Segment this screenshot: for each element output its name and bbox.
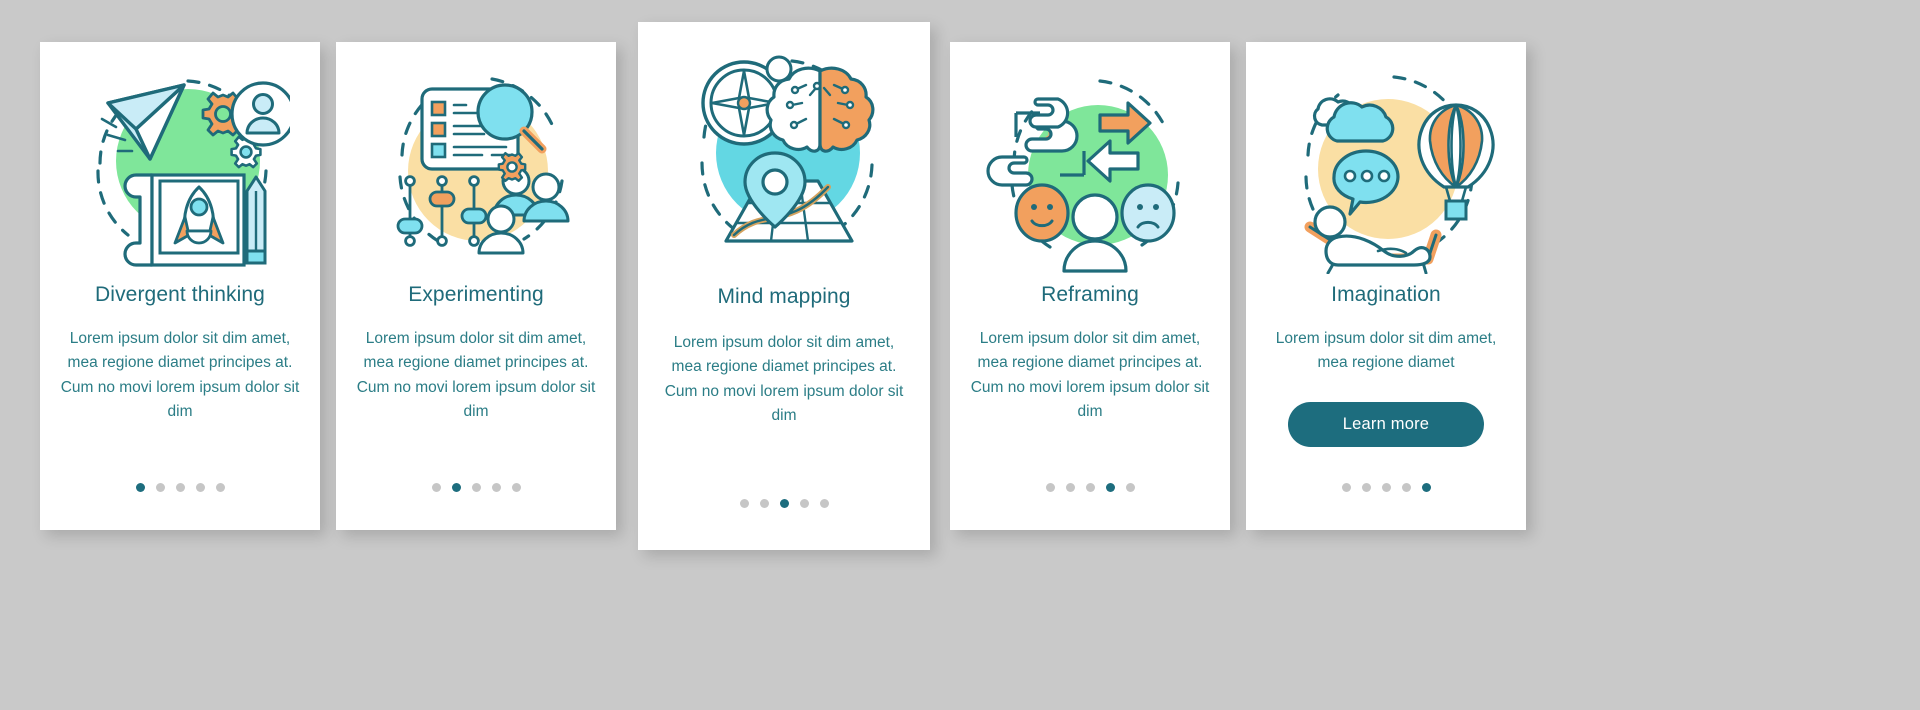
pagination-dot[interactable]: [1361, 483, 1371, 492]
onboarding-card-mind-mapping[interactable]: Mind mapping Lorem ipsum dolor sit dim a…: [638, 22, 930, 550]
pagination-dot[interactable]: [1125, 483, 1135, 492]
onboarding-screens-stage: Divergent thinking Lorem ipsum dolor sit…: [0, 0, 1920, 710]
pagination-dot[interactable]: [491, 483, 501, 492]
pagination-dot[interactable]: [1045, 483, 1055, 492]
card-description: Lorem ipsum dolor sit dim amet, mea regi…: [60, 330, 300, 420]
card-title: Mind mapping: [717, 285, 851, 308]
card-description: Lorem ipsum dolor sit dim amet, mea regi…: [664, 334, 904, 424]
learn-more-button[interactable]: Learn more: [1288, 401, 1484, 447]
daydream-cloud-balloon-lounger-icon: [1246, 42, 1526, 274]
pagination-dot[interactable]: [779, 499, 789, 508]
pagination-dot[interactable]: [471, 483, 481, 492]
pagination-dot[interactable]: [1065, 483, 1075, 492]
pagination-dots[interactable]: [739, 499, 829, 508]
pagination-dot[interactable]: [759, 499, 769, 508]
card-description: Lorem ipsum dolor sit dim amet, mea regi…: [970, 330, 1210, 420]
pagination-dot[interactable]: [155, 483, 165, 492]
pagination-dot[interactable]: [175, 483, 185, 492]
card-title: Experimenting: [408, 283, 544, 306]
pagination-dot[interactable]: [511, 483, 521, 492]
pagination-dot[interactable]: [819, 499, 829, 508]
pagination-dot[interactable]: [451, 483, 461, 492]
pagination-dot[interactable]: [1421, 483, 1431, 492]
hands-frame-arrows-faces-icon: [950, 42, 1230, 274]
onboarding-card-experimenting[interactable]: Experimenting Lorem ipsum dolor sit dim …: [336, 42, 616, 530]
pagination-dot[interactable]: [799, 499, 809, 508]
onboarding-card-reframing[interactable]: Reframing Lorem ipsum dolor sit dim amet…: [950, 42, 1230, 530]
checklist-magnifier-sliders-icon: [336, 42, 616, 274]
pagination-dot[interactable]: [431, 483, 441, 492]
pagination-dots[interactable]: [431, 483, 521, 492]
pagination-dot[interactable]: [1401, 483, 1411, 492]
pagination-dot[interactable]: [1105, 483, 1115, 492]
onboarding-card-divergent-thinking[interactable]: Divergent thinking Lorem ipsum dolor sit…: [40, 42, 320, 530]
pagination-dot[interactable]: [1085, 483, 1095, 492]
pagination-dot[interactable]: [739, 499, 749, 508]
card-description: Lorem ipsum dolor sit dim amet, mea regi…: [356, 330, 596, 420]
pagination-dot[interactable]: [195, 483, 205, 492]
card-description: Lorem ipsum dolor sit dim amet, mea regi…: [1275, 330, 1497, 372]
paper-plane-rocket-blueprint-icon: [40, 42, 320, 274]
card-title: Divergent thinking: [95, 283, 265, 306]
pagination-dot[interactable]: [135, 483, 145, 492]
pagination-dots[interactable]: [1045, 483, 1135, 492]
onboarding-card-imagination[interactable]: Imagination Lorem ipsum dolor sit dim am…: [1246, 42, 1526, 530]
card-title: Reframing: [1041, 283, 1139, 306]
pagination-dot[interactable]: [1341, 483, 1351, 492]
pagination-dots[interactable]: [1341, 483, 1431, 492]
compass-brain-map-pin-icon: [638, 22, 930, 274]
pagination-dots[interactable]: [135, 483, 225, 492]
pagination-dot[interactable]: [1381, 483, 1391, 492]
pagination-dot[interactable]: [215, 483, 225, 492]
card-title: Imagination: [1331, 283, 1441, 306]
